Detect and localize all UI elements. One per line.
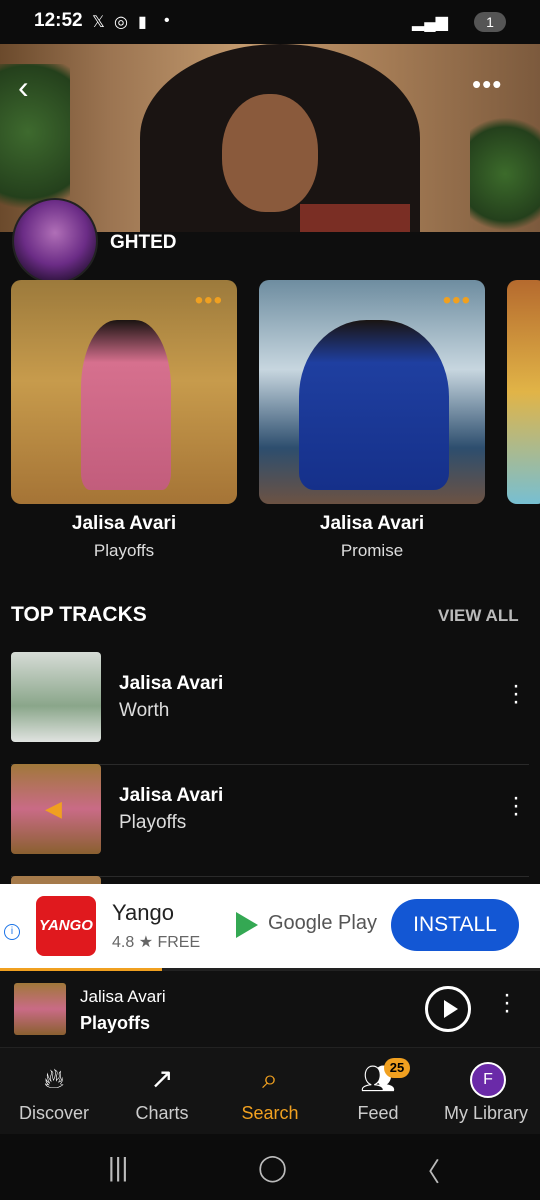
- chevron-left-icon: ‹: [18, 69, 29, 105]
- card-track: Promise: [340, 541, 404, 560]
- track-row[interactable]: ◀ Jalisa Avari Playoffs · · ·: [11, 764, 529, 877]
- status-time: 12:52: [34, 10, 83, 31]
- card-more-button[interactable]: •••: [195, 289, 223, 313]
- info-icon[interactable]: i: [4, 924, 20, 940]
- dot-icon: •: [164, 12, 170, 29]
- track-more-button[interactable]: · · ·: [509, 674, 523, 714]
- album-card[interactable]: •••: [259, 280, 485, 504]
- people-icon: 👥︎: [360, 1063, 396, 1094]
- trend-icon: ↗: [150, 1063, 174, 1094]
- nav-label: Search: [241, 1103, 299, 1123]
- view-all-link[interactable]: VIEW ALL: [438, 606, 519, 626]
- ad-rating: 4.8 ★ FREE: [112, 934, 201, 951]
- flame-icon: 🔥︎: [43, 1063, 65, 1094]
- more-options-button[interactable]: •••: [472, 71, 508, 98]
- install-button[interactable]: INSTALL: [391, 899, 519, 951]
- back-button[interactable]: ‹: [18, 69, 48, 106]
- now-playing-track: Playoffs: [80, 1013, 151, 1033]
- top-tracks-title: TOP TRACKS: [11, 603, 147, 626]
- nav-label: Discover: [18, 1103, 89, 1123]
- card-artwork: [81, 320, 171, 490]
- nav-feed[interactable]: 👥︎ Feed: [324, 1048, 432, 1134]
- nav-label: Charts: [135, 1103, 189, 1123]
- signal-icon: ▂▄▆: [412, 14, 448, 31]
- card-more-button[interactable]: •••: [443, 289, 471, 313]
- battery-indicator: 1: [474, 12, 506, 32]
- google-play-icon: [236, 912, 258, 938]
- player-more-button[interactable]: · · ·: [500, 983, 514, 1023]
- hero-face: [222, 94, 318, 212]
- feed-badge: 25: [384, 1058, 410, 1078]
- now-playing-artist: Jalisa Avari: [80, 987, 166, 1006]
- whatsapp-icon: ◎: [114, 14, 128, 31]
- track-title: Worth: [119, 700, 170, 721]
- x-icon: 𝕏: [92, 14, 105, 31]
- plant-decor: [470, 104, 540, 232]
- ad-logo: YANGO: [36, 896, 96, 956]
- play-button[interactable]: [425, 986, 471, 1032]
- album-card[interactable]: •••: [11, 280, 237, 504]
- card-artist: Jalisa Avari: [319, 513, 425, 534]
- track-title: Playoffs: [119, 812, 187, 833]
- mini-player[interactable]: Jalisa Avari Playoffs · · ·: [0, 971, 540, 1048]
- now-playing-thumbnail: [14, 983, 66, 1035]
- home-icon[interactable]: ◯: [258, 1152, 287, 1183]
- track-artist: Jalisa Avari: [119, 785, 224, 806]
- hero-shirt: [300, 204, 410, 232]
- card-track: Playoffs: [93, 541, 155, 560]
- track-thumbnail: [11, 652, 101, 742]
- ad-store: Google Play: [268, 912, 377, 934]
- card-artwork: [299, 320, 449, 490]
- recent-apps-icon[interactable]: |||: [108, 1152, 128, 1183]
- nav-label: My Library: [443, 1103, 528, 1123]
- nav-label: Feed: [357, 1103, 399, 1123]
- section-title: GHTED: [110, 232, 177, 253]
- ad-app-name: Yango: [112, 900, 174, 925]
- track-artist: Jalisa Avari: [119, 673, 224, 694]
- status-bar: 12:52 𝕏 ◎ ▮ • ▂▄▆ 1: [0, 0, 540, 44]
- avatar: F: [470, 1062, 506, 1098]
- bottom-nav: 🔥︎ Discover ↗ Charts ⌕ Search 👥︎ Feed My…: [0, 1048, 540, 1134]
- artist-avatar[interactable]: [12, 198, 98, 284]
- speaker-icon: ◀: [45, 796, 62, 821]
- search-icon: ⌕: [262, 1063, 278, 1094]
- alert-icon: ▮: [138, 14, 147, 31]
- nav-search[interactable]: ⌕ Search: [216, 1048, 324, 1134]
- artist-hero-image: [0, 44, 540, 232]
- nav-discover[interactable]: 🔥︎ Discover: [0, 1048, 108, 1134]
- back-icon[interactable]: 〈: [414, 1152, 440, 1189]
- ad-banner[interactable]: i YANGO Yango 4.8 ★ FREE Google Play INS…: [0, 884, 540, 968]
- card-artist: Jalisa Avari: [71, 513, 177, 534]
- track-thumbnail-partial: [11, 876, 101, 884]
- track-row[interactable]: Jalisa Avari Worth · · ·: [11, 652, 529, 765]
- nav-charts[interactable]: ↗ Charts: [108, 1048, 216, 1134]
- track-thumbnail: ◀: [11, 764, 101, 854]
- track-more-button[interactable]: · · ·: [509, 786, 523, 826]
- album-card-partial[interactable]: [507, 280, 540, 504]
- system-nav-bar: ||| ◯ 〈: [0, 1134, 540, 1200]
